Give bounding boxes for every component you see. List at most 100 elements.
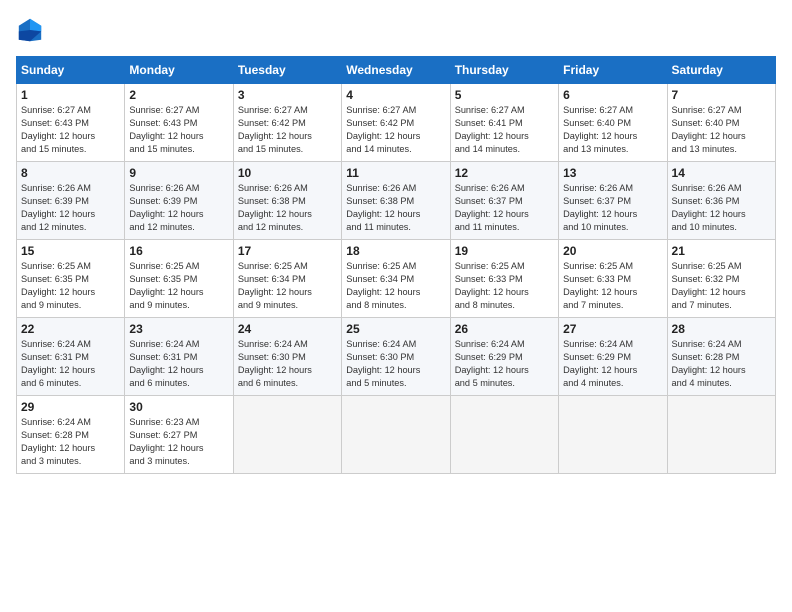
- calendar-cell: 10 Sunrise: 6:26 AM Sunset: 6:38 PM Dayli…: [233, 162, 341, 240]
- col-header-friday: Friday: [559, 57, 667, 84]
- day-info: Sunrise: 6:24 AM Sunset: 6:29 PM Dayligh…: [563, 338, 662, 390]
- day-info: Sunrise: 6:26 AM Sunset: 6:36 PM Dayligh…: [672, 182, 771, 234]
- calendar-table: SundayMondayTuesdayWednesdayThursdayFrid…: [16, 56, 776, 474]
- day-number: 14: [672, 166, 771, 180]
- calendar-cell: 26 Sunrise: 6:24 AM Sunset: 6:29 PM Dayli…: [450, 318, 558, 396]
- day-info: Sunrise: 6:25 AM Sunset: 6:32 PM Dayligh…: [672, 260, 771, 312]
- calendar-cell: 27 Sunrise: 6:24 AM Sunset: 6:29 PM Dayli…: [559, 318, 667, 396]
- day-info: Sunrise: 6:26 AM Sunset: 6:37 PM Dayligh…: [455, 182, 554, 234]
- logo: [16, 16, 48, 44]
- day-info: Sunrise: 6:25 AM Sunset: 6:35 PM Dayligh…: [21, 260, 120, 312]
- day-number: 5: [455, 88, 554, 102]
- day-number: 16: [129, 244, 228, 258]
- day-info: Sunrise: 6:24 AM Sunset: 6:31 PM Dayligh…: [129, 338, 228, 390]
- calendar-cell: 25Sunrise: 6:24 AM Sunset: 6:30 PM Dayli…: [342, 318, 450, 396]
- day-number: 9: [129, 166, 228, 180]
- calendar-cell: [559, 396, 667, 474]
- calendar-cell: 3 Sunrise: 6:27 AM Sunset: 6:42 PM Daylig…: [233, 84, 341, 162]
- calendar-cell: 2 Sunrise: 6:27 AM Sunset: 6:43 PM Daylig…: [125, 84, 233, 162]
- col-header-sunday: Sunday: [17, 57, 125, 84]
- day-number: 12: [455, 166, 554, 180]
- day-number: 24: [238, 322, 337, 336]
- day-info: Sunrise: 6:27 AM Sunset: 6:43 PM Dayligh…: [129, 104, 228, 156]
- calendar-cell: 22Sunrise: 6:24 AM Sunset: 6:31 PM Dayli…: [17, 318, 125, 396]
- day-number: 30: [129, 400, 228, 414]
- day-info: Sunrise: 6:27 AM Sunset: 6:40 PM Dayligh…: [672, 104, 771, 156]
- day-info: Sunrise: 6:26 AM Sunset: 6:39 PM Dayligh…: [21, 182, 120, 234]
- day-info: Sunrise: 6:26 AM Sunset: 6:38 PM Dayligh…: [346, 182, 445, 234]
- calendar-cell: 8 Sunrise: 6:26 AM Sunset: 6:39 PM Daylig…: [17, 162, 125, 240]
- calendar-cell: 23 Sunrise: 6:24 AM Sunset: 6:31 PM Dayli…: [125, 318, 233, 396]
- day-number: 6: [563, 88, 662, 102]
- calendar-week-3: 15 Sunrise: 6:25 AM Sunset: 6:35 PM Dayli…: [17, 240, 776, 318]
- calendar-cell: 9 Sunrise: 6:26 AM Sunset: 6:39 PM Daylig…: [125, 162, 233, 240]
- logo-icon: [16, 16, 44, 44]
- day-number: 26: [455, 322, 554, 336]
- col-header-wednesday: Wednesday: [342, 57, 450, 84]
- calendar-cell: 13 Sunrise: 6:26 AM Sunset: 6:37 PM Dayli…: [559, 162, 667, 240]
- calendar-cell: [342, 396, 450, 474]
- day-number: 13: [563, 166, 662, 180]
- calendar-cell: 7 Sunrise: 6:27 AM Sunset: 6:40 PM Daylig…: [667, 84, 775, 162]
- day-number: 15: [21, 244, 120, 258]
- col-header-tuesday: Tuesday: [233, 57, 341, 84]
- calendar-cell: 14 Sunrise: 6:26 AM Sunset: 6:36 PM Dayli…: [667, 162, 775, 240]
- calendar-week-2: 8 Sunrise: 6:26 AM Sunset: 6:39 PM Daylig…: [17, 162, 776, 240]
- day-info: Sunrise: 6:27 AM Sunset: 6:40 PM Dayligh…: [563, 104, 662, 156]
- day-number: 10: [238, 166, 337, 180]
- day-number: 3: [238, 88, 337, 102]
- day-number: 7: [672, 88, 771, 102]
- calendar-cell: 21 Sunrise: 6:25 AM Sunset: 6:32 PM Dayli…: [667, 240, 775, 318]
- day-info: Sunrise: 6:27 AM Sunset: 6:42 PM Dayligh…: [238, 104, 337, 156]
- day-number: 28: [672, 322, 771, 336]
- day-number: 17: [238, 244, 337, 258]
- day-info: Sunrise: 6:24 AM Sunset: 6:28 PM Dayligh…: [672, 338, 771, 390]
- day-number: 25: [346, 322, 445, 336]
- calendar-cell: 28 Sunrise: 6:24 AM Sunset: 6:28 PM Dayli…: [667, 318, 775, 396]
- calendar-cell: [233, 396, 341, 474]
- day-number: 21: [672, 244, 771, 258]
- calendar-cell: [450, 396, 558, 474]
- calendar-cell: 24Sunrise: 6:24 AM Sunset: 6:30 PM Dayli…: [233, 318, 341, 396]
- calendar-cell: 18 Sunrise: 6:25 AM Sunset: 6:34 PM Dayli…: [342, 240, 450, 318]
- day-info: Sunrise: 6:26 AM Sunset: 6:37 PM Dayligh…: [563, 182, 662, 234]
- day-number: 23: [129, 322, 228, 336]
- day-number: 1: [21, 88, 120, 102]
- day-number: 8: [21, 166, 120, 180]
- day-info: Sunrise: 6:25 AM Sunset: 6:34 PM Dayligh…: [346, 260, 445, 312]
- calendar-cell: 20Sunrise: 6:25 AM Sunset: 6:33 PM Dayli…: [559, 240, 667, 318]
- calendar-cell: 5 Sunrise: 6:27 AM Sunset: 6:41 PM Daylig…: [450, 84, 558, 162]
- col-header-saturday: Saturday: [667, 57, 775, 84]
- calendar-cell: 16 Sunrise: 6:25 AM Sunset: 6:35 PM Dayli…: [125, 240, 233, 318]
- col-header-monday: Monday: [125, 57, 233, 84]
- day-info: Sunrise: 6:24 AM Sunset: 6:31 PM Dayligh…: [21, 338, 120, 390]
- page: SundayMondayTuesdayWednesdayThursdayFrid…: [0, 0, 792, 612]
- day-number: 19: [455, 244, 554, 258]
- day-info: Sunrise: 6:25 AM Sunset: 6:34 PM Dayligh…: [238, 260, 337, 312]
- day-info: Sunrise: 6:25 AM Sunset: 6:35 PM Dayligh…: [129, 260, 228, 312]
- calendar-week-4: 22Sunrise: 6:24 AM Sunset: 6:31 PM Dayli…: [17, 318, 776, 396]
- calendar-cell: 12 Sunrise: 6:26 AM Sunset: 6:37 PM Dayli…: [450, 162, 558, 240]
- calendar-cell: 29 Sunrise: 6:24 AM Sunset: 6:28 PM Dayli…: [17, 396, 125, 474]
- day-info: Sunrise: 6:24 AM Sunset: 6:28 PM Dayligh…: [21, 416, 120, 468]
- day-info: Sunrise: 6:26 AM Sunset: 6:38 PM Dayligh…: [238, 182, 337, 234]
- day-info: Sunrise: 6:27 AM Sunset: 6:41 PM Dayligh…: [455, 104, 554, 156]
- calendar-header-row: SundayMondayTuesdayWednesdayThursdayFrid…: [17, 57, 776, 84]
- calendar-cell: 6 Sunrise: 6:27 AM Sunset: 6:40 PM Daylig…: [559, 84, 667, 162]
- calendar-cell: 19 Sunrise: 6:25 AM Sunset: 6:33 PM Dayli…: [450, 240, 558, 318]
- calendar-cell: 17 Sunrise: 6:25 AM Sunset: 6:34 PM Dayli…: [233, 240, 341, 318]
- day-info: Sunrise: 6:26 AM Sunset: 6:39 PM Dayligh…: [129, 182, 228, 234]
- calendar-week-5: 29 Sunrise: 6:24 AM Sunset: 6:28 PM Dayli…: [17, 396, 776, 474]
- day-number: 2: [129, 88, 228, 102]
- calendar-cell: 4Sunrise: 6:27 AM Sunset: 6:42 PM Daylig…: [342, 84, 450, 162]
- col-header-thursday: Thursday: [450, 57, 558, 84]
- calendar-week-1: 1 Sunrise: 6:27 AM Sunset: 6:43 PM Daylig…: [17, 84, 776, 162]
- day-number: 27: [563, 322, 662, 336]
- day-number: 11: [346, 166, 445, 180]
- day-number: 29: [21, 400, 120, 414]
- day-number: 20: [563, 244, 662, 258]
- day-info: Sunrise: 6:25 AM Sunset: 6:33 PM Dayligh…: [455, 260, 554, 312]
- header: [16, 16, 776, 44]
- day-number: 18: [346, 244, 445, 258]
- day-info: Sunrise: 6:24 AM Sunset: 6:29 PM Dayligh…: [455, 338, 554, 390]
